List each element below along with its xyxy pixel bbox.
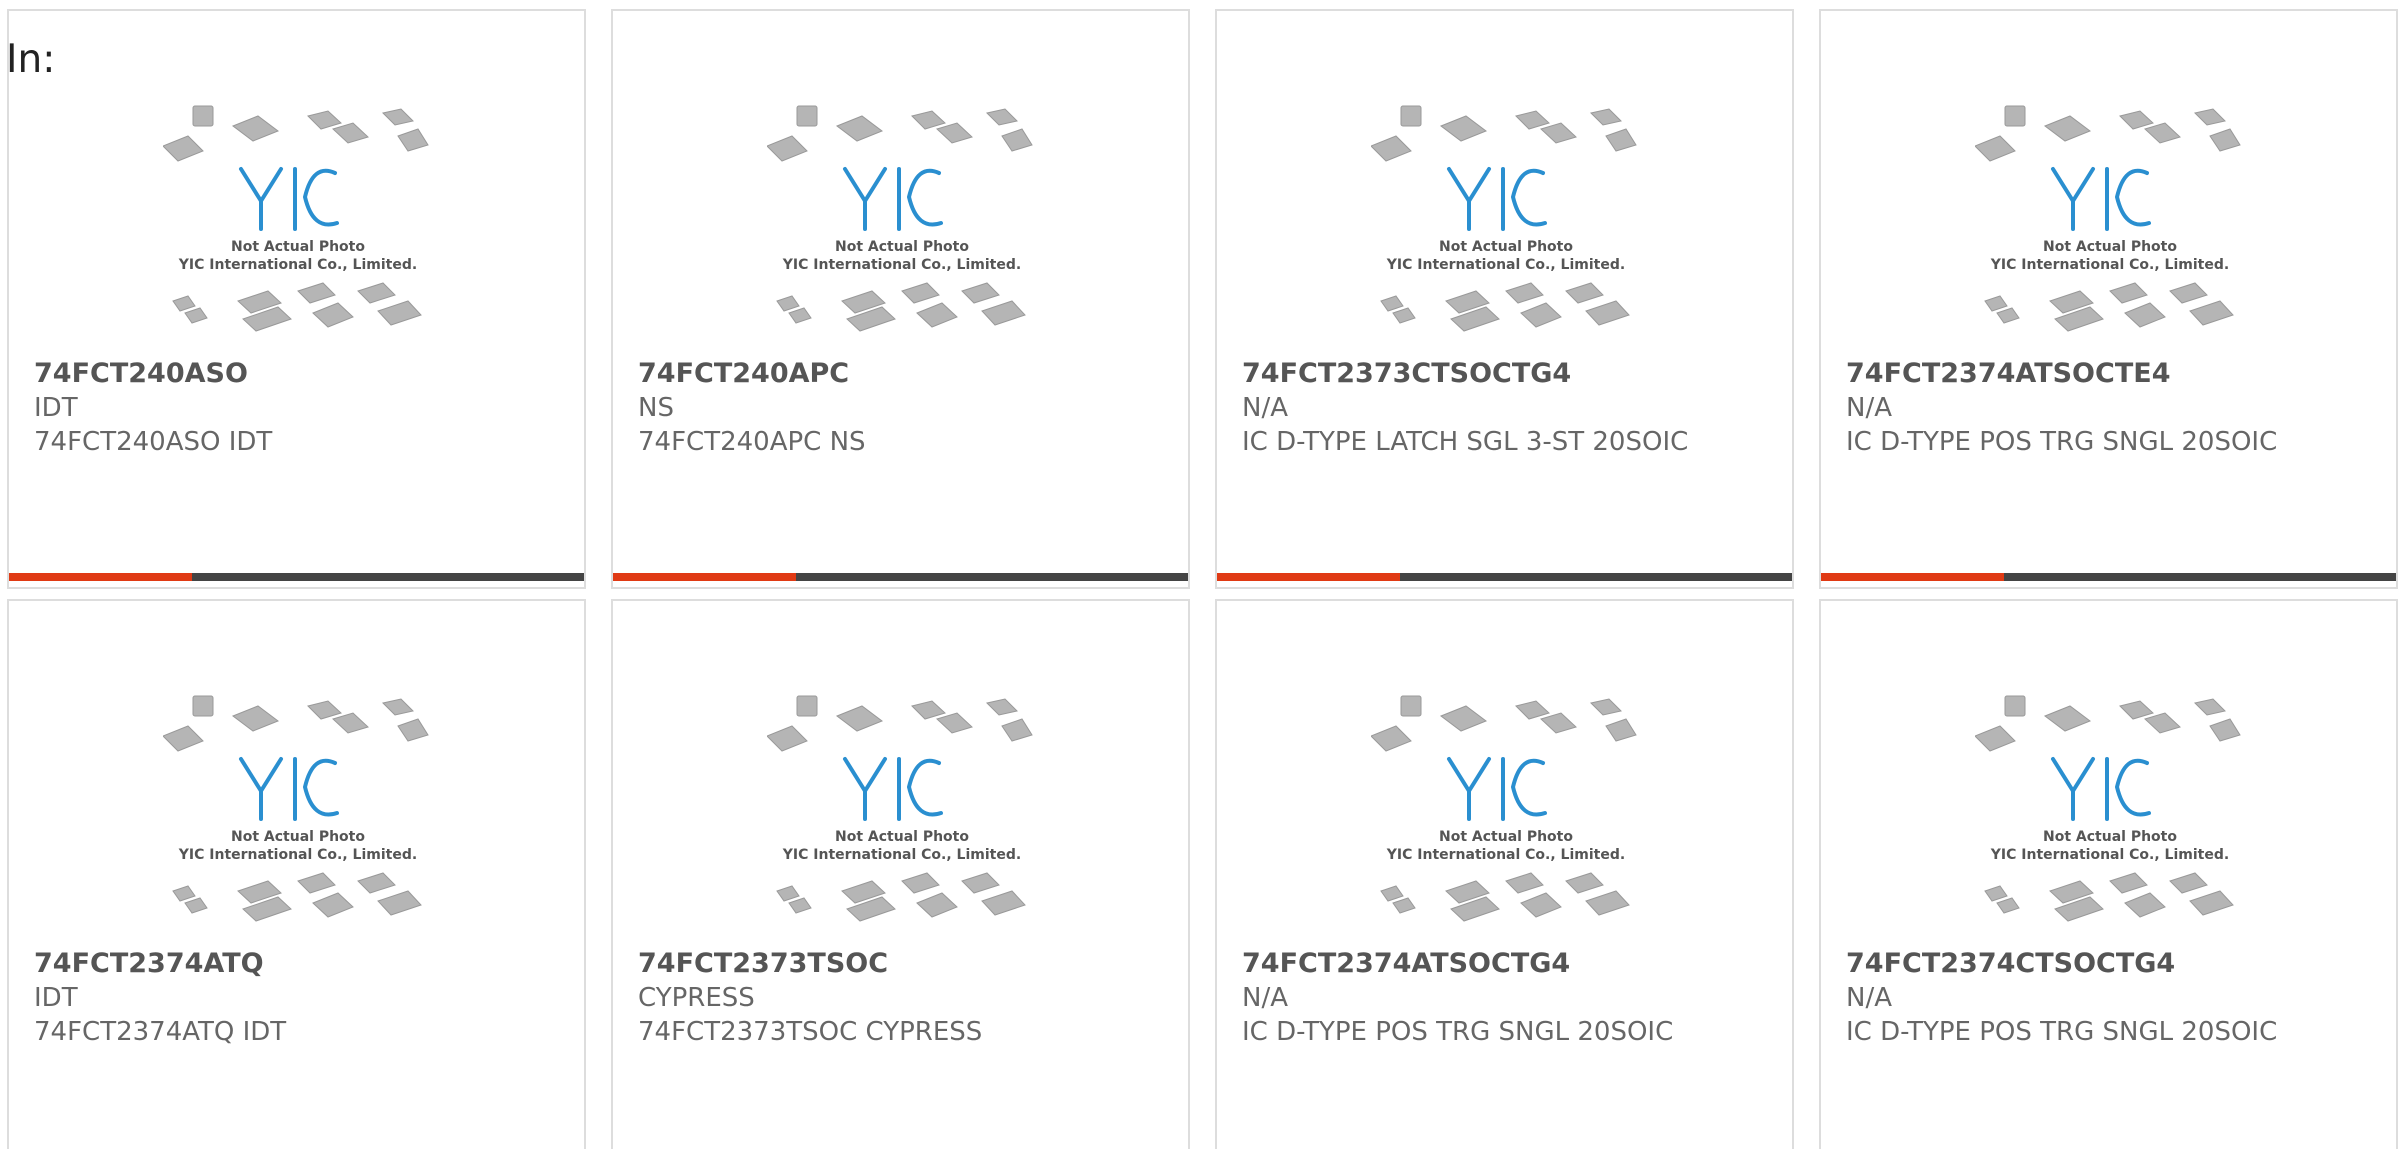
- part-number[interactable]: 74FCT240APC: [638, 357, 849, 391]
- photo-caption-2: YIC International Co., Limited.: [1990, 257, 2229, 273]
- product-photo: Not Actual Photo YIC International Co., …: [163, 101, 433, 351]
- manufacturer: CYPRESS: [638, 983, 755, 1013]
- photo-caption-2: YIC International Co., Limited.: [178, 847, 417, 863]
- manufacturer: IDT: [34, 983, 78, 1013]
- photo-caption-1: Not Actual Photo: [2043, 239, 2177, 255]
- photo-caption-1: Not Actual Photo: [1439, 829, 1573, 845]
- card-bar-accent: [9, 573, 192, 581]
- chip-placeholder-image: Not Actual Photo YIC International Co., …: [1975, 105, 2241, 332]
- product-card[interactable]: Not Actual Photo YIC International Co., …: [1819, 9, 2398, 589]
- in-label: In:: [6, 37, 56, 82]
- description: 74FCT2374ATQ IDT: [34, 1017, 287, 1047]
- chip-placeholder-image: Not Actual Photo YIC International Co., …: [1371, 695, 1637, 922]
- photo-caption-1: Not Actual Photo: [231, 829, 365, 845]
- chip-placeholder-image: Not Actual Photo YIC International Co., …: [1371, 105, 1637, 332]
- card-bar: [9, 573, 584, 581]
- chip-placeholder-image: Not Actual Photo YIC International Co., …: [163, 105, 429, 332]
- part-number[interactable]: 74FCT2373TSOC: [638, 947, 888, 981]
- card-bar: [1217, 573, 1792, 581]
- card-bar: [1821, 573, 2396, 581]
- part-number[interactable]: 74FCT2373CTSOCTG4: [1242, 357, 1571, 391]
- product-photo: Not Actual Photo YIC International Co., …: [1975, 101, 2245, 351]
- product-card[interactable]: Not Actual Photo YIC International Co., …: [1215, 9, 1794, 589]
- photo-caption-2: YIC International Co., Limited.: [1386, 257, 1625, 273]
- part-number[interactable]: 74FCT240ASO: [34, 357, 248, 391]
- chip-placeholder-image: Not Actual Photo YIC International Co., …: [767, 695, 1033, 922]
- description: 74FCT240ASO IDT: [34, 427, 273, 457]
- part-number[interactable]: 74FCT2374ATQ: [34, 947, 264, 981]
- manufacturer: N/A: [1846, 983, 1892, 1013]
- description: IC D-TYPE POS TRG SNGL 20SOIC: [1242, 1017, 1674, 1047]
- chip-placeholder-image: Not Actual Photo YIC International Co., …: [163, 695, 429, 922]
- description: 74FCT240APC NS: [638, 427, 866, 457]
- product-grid-page: In: Not Actual Photo YIC International C…: [0, 0, 2400, 1149]
- card-bar-accent: [613, 573, 796, 581]
- photo-caption-1: Not Actual Photo: [231, 239, 365, 255]
- product-card[interactable]: Not Actual Photo YIC International Co., …: [1215, 599, 1794, 1149]
- part-number[interactable]: 74FCT2374ATSOCTE4: [1846, 357, 2170, 391]
- description: IC D-TYPE POS TRG SNGL 20SOIC: [1846, 427, 2278, 457]
- card-bar-accent: [1217, 573, 1400, 581]
- product-card[interactable]: Not Actual Photo YIC International Co., …: [611, 9, 1190, 589]
- photo-caption-2: YIC International Co., Limited.: [782, 847, 1021, 863]
- photo-caption-2: YIC International Co., Limited.: [178, 257, 417, 273]
- manufacturer: NS: [638, 393, 674, 423]
- part-number[interactable]: 74FCT2374CTSOCTG4: [1846, 947, 2175, 981]
- product-photo: Not Actual Photo YIC International Co., …: [767, 691, 1037, 941]
- photo-caption-2: YIC International Co., Limited.: [1990, 847, 2229, 863]
- photo-caption-2: YIC International Co., Limited.: [782, 257, 1021, 273]
- manufacturer: IDT: [34, 393, 78, 423]
- description: 74FCT2373TSOC CYPRESS: [638, 1017, 983, 1047]
- product-photo: Not Actual Photo YIC International Co., …: [1371, 691, 1641, 941]
- photo-caption-1: Not Actual Photo: [835, 239, 969, 255]
- description: IC D-TYPE LATCH SGL 3-ST 20SOIC: [1242, 427, 1689, 457]
- product-card[interactable]: Not Actual Photo YIC International Co., …: [7, 9, 586, 589]
- description: IC D-TYPE POS TRG SNGL 20SOIC: [1846, 1017, 2278, 1047]
- part-number[interactable]: 74FCT2374ATSOCTG4: [1242, 947, 1570, 981]
- manufacturer: N/A: [1242, 983, 1288, 1013]
- product-photo: Not Actual Photo YIC International Co., …: [767, 101, 1037, 351]
- manufacturer: N/A: [1242, 393, 1288, 423]
- photo-caption-1: Not Actual Photo: [2043, 829, 2177, 845]
- chip-placeholder-image: Not Actual Photo YIC International Co., …: [767, 105, 1033, 332]
- manufacturer: N/A: [1846, 393, 1892, 423]
- product-card[interactable]: Not Actual Photo YIC International Co., …: [611, 599, 1190, 1149]
- card-bar-accent: [1821, 573, 2004, 581]
- product-card[interactable]: Not Actual Photo YIC International Co., …: [7, 599, 586, 1149]
- product-card[interactable]: Not Actual Photo YIC International Co., …: [1819, 599, 2398, 1149]
- photo-caption-2: YIC International Co., Limited.: [1386, 847, 1625, 863]
- card-bar: [613, 573, 1188, 581]
- photo-caption-1: Not Actual Photo: [1439, 239, 1573, 255]
- photo-caption-1: Not Actual Photo: [835, 829, 969, 845]
- chip-placeholder-image: Not Actual Photo YIC International Co., …: [1975, 695, 2241, 922]
- product-photo: Not Actual Photo YIC International Co., …: [1371, 101, 1641, 351]
- product-photo: Not Actual Photo YIC International Co., …: [163, 691, 433, 941]
- product-photo: Not Actual Photo YIC International Co., …: [1975, 691, 2245, 941]
